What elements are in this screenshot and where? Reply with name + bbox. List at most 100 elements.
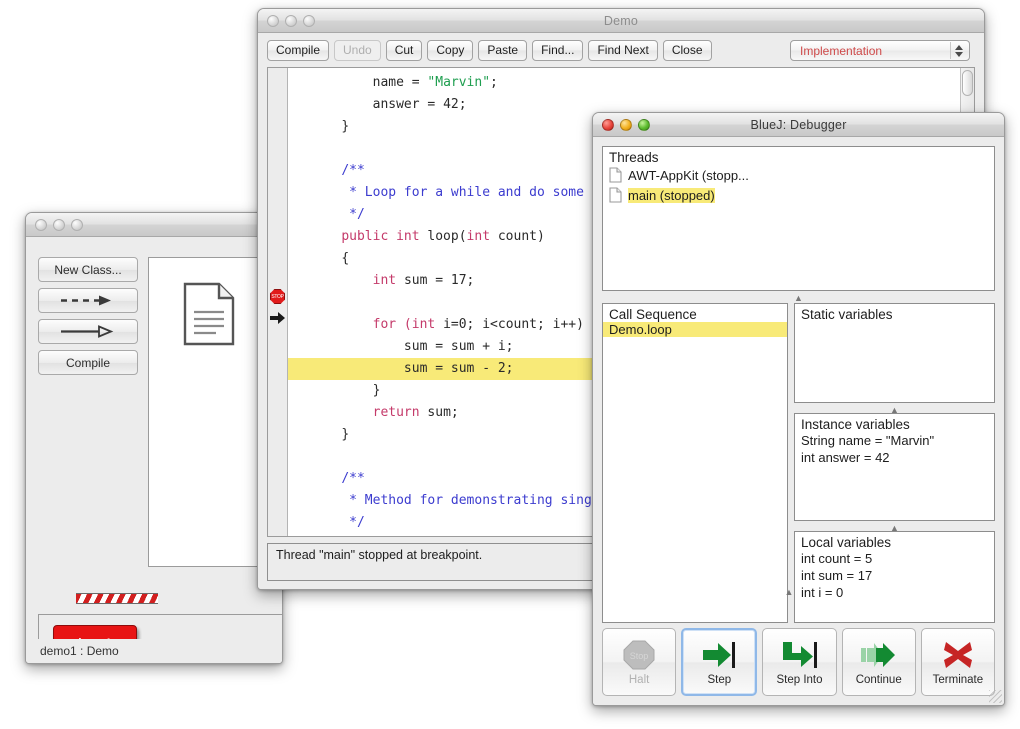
code-token: loop( <box>427 229 466 244</box>
editor-toolbar: Compile Undo Cut Copy Paste Find... Find… <box>258 33 984 67</box>
zoom-button[interactable] <box>638 119 650 131</box>
continue-button[interactable]: Continue <box>842 628 916 696</box>
editor-copy-button[interactable]: Copy <box>427 40 473 61</box>
debugger-window[interactable]: BlueJ: Debugger Threads AWT-AppKit (stop… <box>592 112 1005 706</box>
code-token: * Method for demonstrating singl <box>341 493 599 508</box>
list-item[interactable]: main (stopped) <box>603 185 994 205</box>
debugger-title: BlueJ: Debugger <box>593 118 1004 132</box>
bluej-main-window[interactable]: New Class... Compile <box>25 212 283 664</box>
editor-title: Demo <box>258 14 984 28</box>
code-token: * Loop for a while and do some m <box>341 185 599 200</box>
svg-text:Stop: Stop <box>630 651 649 661</box>
dashed-arrow-icon <box>59 294 117 307</box>
instance-variables-panel[interactable]: Instance variables String name = "Marvin… <box>794 413 995 521</box>
uses-arrow-button[interactable] <box>38 288 138 313</box>
editor-titlebar[interactable]: Demo <box>258 9 984 33</box>
editor-compile-button[interactable]: Compile <box>267 40 329 61</box>
bluej-main-body: New Class... Compile <box>26 237 282 663</box>
static-variables-header: Static variables <box>795 304 994 322</box>
terminate-x-icon <box>941 639 975 671</box>
halt-label: Halt <box>629 674 649 686</box>
editor-find-button[interactable]: Find... <box>532 40 583 61</box>
variable-row[interactable]: int i = 0 <box>795 584 994 601</box>
code-token: i=0; i<count; i++) <box>443 317 584 332</box>
threads-splitter[interactable]: ▲ <box>602 293 995 303</box>
editor-gutter[interactable]: STOP <box>268 68 288 536</box>
code-token: sum = 17; <box>404 273 474 288</box>
variable-row[interactable]: String name = "Marvin" <box>795 432 994 449</box>
stop-sign-breakpoint-icon[interactable]: STOP <box>270 289 285 304</box>
call-sequence-header: Call Sequence <box>603 304 787 322</box>
editor-paste-button[interactable]: Paste <box>478 40 527 61</box>
variable-row[interactable]: int sum = 17 <box>795 567 994 584</box>
screen: New Class... Compile <box>0 0 1020 729</box>
terminate-button[interactable]: Terminate <box>921 628 995 696</box>
close-button[interactable] <box>35 219 47 231</box>
file-icon <box>609 187 622 203</box>
variable-row[interactable]: int answer = 42 <box>795 449 994 466</box>
code-line: name = "Marvin"; <box>288 72 974 94</box>
code-token: int <box>412 317 443 332</box>
vertical-splitter[interactable]: ▲ <box>784 587 794 597</box>
continue-arrow-icon <box>859 639 899 671</box>
chevron-updown-icon <box>950 42 966 59</box>
code-token: return <box>373 405 428 420</box>
debugger-body: Threads AWT-AppKit (stopp... main (stopp… <box>593 137 1004 705</box>
scrollbar-thumb[interactable] <box>962 70 973 96</box>
minimize-button[interactable] <box>53 219 65 231</box>
new-class-button[interactable]: New Class... <box>38 257 138 282</box>
thread-label: AWT-AppKit (stopp... <box>628 168 749 183</box>
inherits-arrow-button[interactable] <box>38 319 138 344</box>
code-token: } <box>341 427 349 442</box>
editor-cut-button[interactable]: Cut <box>386 40 423 61</box>
list-item[interactable]: AWT-AppKit (stopp... <box>603 165 994 185</box>
step-into-label: Step Into <box>776 674 822 686</box>
code-token: for ( <box>373 317 412 332</box>
debugger-control-bar: Stop Halt Step Step Into <box>602 628 995 696</box>
file-icon <box>609 167 622 183</box>
local-variables-panel[interactable]: Local variables int count = 5 int sum = … <box>794 531 995 623</box>
step-arrow-icon <box>701 639 737 671</box>
code-token: answer = 42; <box>373 97 467 112</box>
window-resize-handle[interactable] <box>989 690 1002 703</box>
step-button[interactable]: Step <box>681 628 757 696</box>
threads-header: Threads <box>603 147 994 165</box>
compile-progress-hatch <box>76 593 158 604</box>
bluej-toolbar: New Class... Compile <box>38 257 138 381</box>
step-into-arrow-icon <box>781 639 819 671</box>
terminate-label: Terminate <box>933 674 984 686</box>
code-token: int <box>467 229 498 244</box>
view-mode-value: Implementation <box>800 44 882 58</box>
document-icon <box>183 282 235 346</box>
editor-close-button[interactable]: Close <box>663 40 712 61</box>
static-variables-panel[interactable]: Static variables <box>794 303 995 403</box>
editor-window-controls[interactable] <box>267 15 315 27</box>
step-into-button[interactable]: Step Into <box>762 628 836 696</box>
code-token: "Marvin" <box>427 75 490 90</box>
code-token: ; <box>490 75 498 90</box>
bluej-status-bar: demo1 : Demo <box>26 639 282 663</box>
code-token: */ <box>341 207 364 222</box>
minimize-button[interactable] <box>285 15 297 27</box>
debugger-window-controls[interactable] <box>602 119 650 131</box>
call-sequence-item[interactable]: Demo.loop <box>603 322 787 337</box>
close-button[interactable] <box>267 15 279 27</box>
call-sequence-panel[interactable]: Call Sequence Demo.loop <box>602 303 788 623</box>
threads-panel[interactable]: Threads AWT-AppKit (stopp... main (stopp… <box>602 146 995 291</box>
code-token: */ <box>341 515 364 530</box>
compile-button[interactable]: Compile <box>38 350 138 375</box>
zoom-button[interactable] <box>303 15 315 27</box>
minimize-button[interactable] <box>620 119 632 131</box>
code-token: sum = sum + i; <box>404 339 514 354</box>
local-variables-header: Local variables <box>795 532 994 550</box>
window-controls[interactable] <box>35 219 83 231</box>
close-button[interactable] <box>602 119 614 131</box>
zoom-button[interactable] <box>71 219 83 231</box>
code-token: sum = sum - 2; <box>404 361 514 376</box>
view-mode-dropdown[interactable]: Implementation <box>790 40 970 61</box>
editor-find-next-button[interactable]: Find Next <box>588 40 657 61</box>
variable-row[interactable]: int count = 5 <box>795 550 994 567</box>
debugger-titlebar[interactable]: BlueJ: Debugger <box>593 113 1004 137</box>
bluej-main-titlebar[interactable] <box>26 213 282 237</box>
code-token: } <box>373 383 381 398</box>
